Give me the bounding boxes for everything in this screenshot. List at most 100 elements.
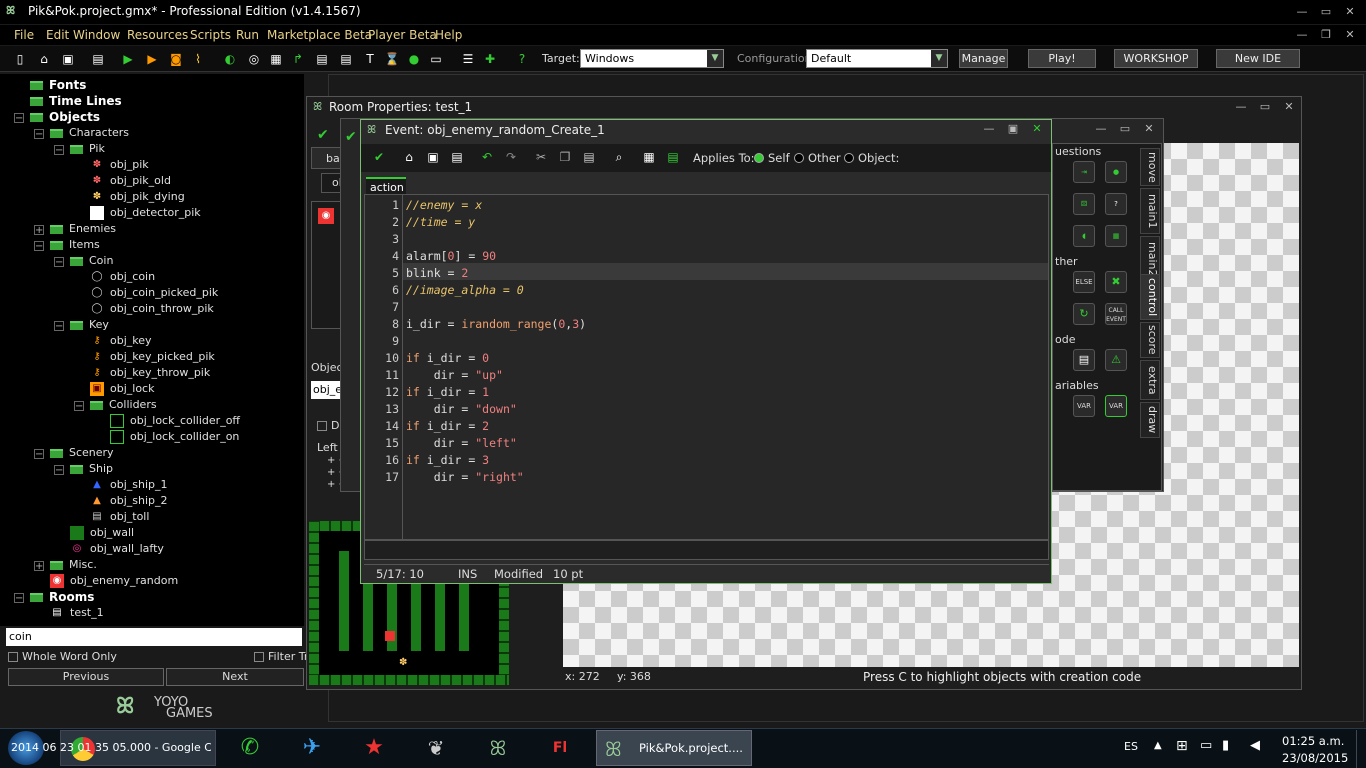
mdi-restore-icon[interactable]: ❐ <box>1316 28 1336 42</box>
maximize-icon[interactable]: ▭ <box>1255 100 1275 114</box>
help-icon[interactable]: ? <box>514 51 530 67</box>
network-icon[interactable]: ▮ <box>1222 738 1229 753</box>
path-icon[interactable]: ↱ <box>290 51 306 67</box>
code-line[interactable]: dir = "left" <box>406 435 517 452</box>
new-ide-button[interactable]: New IDE <box>1216 49 1300 68</box>
sound-icon[interactable]: ◎ <box>246 51 262 67</box>
draw-variable-icon[interactable]: VAR <box>1105 395 1127 417</box>
else-icon[interactable]: ELSE <box>1073 271 1095 293</box>
tree-key[interactable]: Key <box>70 317 109 333</box>
debug-run-icon[interactable]: ▶ <box>144 51 160 67</box>
tree-obj-ship-1[interactable]: ▲ obj_ship_1 <box>90 477 167 493</box>
close-icon[interactable]: ✕ <box>1027 122 1047 136</box>
code-line[interactable]: alarm[0] = 90 <box>406 248 496 265</box>
tree-obj-detector-pik[interactable]: obj_detector_pik <box>90 205 201 221</box>
confirm-check-icon[interactable]: ✔ <box>317 127 329 143</box>
tree-fonts[interactable]: Fonts <box>30 77 86 93</box>
code-line[interactable]: if i_dir = 0 <box>406 350 489 367</box>
code-line[interactable]: //time = y <box>406 214 475 231</box>
menu-edit[interactable]: Edit <box>46 28 69 42</box>
maximize-icon[interactable]: ▣ <box>1003 122 1023 136</box>
minimize-icon[interactable]: — <box>1091 122 1111 136</box>
run-icon[interactable]: ▶ <box>120 51 136 67</box>
power-icon[interactable]: ▭ <box>1200 738 1212 753</box>
language-indicator[interactable]: ES <box>1124 740 1138 753</box>
other-radio[interactable] <box>794 153 804 163</box>
tree-misc[interactable]: Misc. <box>50 557 97 573</box>
new-file-icon[interactable]: ▯ <box>12 51 28 67</box>
tree-obj-lock-collider-on[interactable]: obj_lock_collider_on <box>110 429 239 445</box>
self-radio[interactable] <box>754 153 764 163</box>
tree-obj-pik-old[interactable]: ✽ obj_pik_old <box>90 173 171 189</box>
save-icon[interactable]: ▣ <box>425 149 441 165</box>
check-mouse-icon[interactable]: ◖ <box>1073 225 1095 247</box>
background-icon[interactable]: ▦ <box>268 51 284 67</box>
taskbar-chrome[interactable]: 2014 06 23 01 35 05.000 - Google C... <box>11 730 216 766</box>
check-question-icon[interactable]: ? <box>1105 193 1127 215</box>
tree-scenery[interactable]: Scenery <box>50 445 114 461</box>
close-icon[interactable]: ✕ <box>1340 5 1360 19</box>
ok-check-icon[interactable]: ✔ <box>371 149 387 165</box>
call-event-icon[interactable]: CALL EVENT <box>1105 303 1127 325</box>
code-line[interactable]: //image_alpha = 0 <box>406 282 524 299</box>
execute-script-icon[interactable]: ▤ <box>1073 349 1095 371</box>
code-line[interactable]: dir = "down" <box>406 401 517 418</box>
previous-button[interactable]: Previous <box>8 668 164 686</box>
tree-colliders[interactable]: Colliders <box>90 397 157 413</box>
tree-obj-pik[interactable]: ✽ obj_pik <box>90 157 149 173</box>
show-desktop-button[interactable] <box>1356 730 1366 768</box>
filter-tree-checkbox[interactable] <box>254 652 264 662</box>
tab-extra[interactable]: extra <box>1140 360 1160 400</box>
minimize-icon[interactable]: — <box>979 122 999 136</box>
clock-date[interactable]: 23/08/2015 <box>1282 751 1348 765</box>
minimize-icon[interactable]: — <box>1292 5 1312 19</box>
delete-underlying-checkbox[interactable] <box>317 421 327 431</box>
code-line[interactable]: //enemy = x <box>406 197 482 214</box>
bird-app-icon[interactable]: ❦ <box>414 732 458 764</box>
tree-obj-enemy-random[interactable]: ◉ obj_enemy_random <box>50 573 178 589</box>
set-variable-icon[interactable]: VAR <box>1073 395 1095 417</box>
code-line[interactable]: if i_dir = 1 <box>406 384 489 401</box>
tab-draw[interactable]: draw <box>1140 402 1160 438</box>
tree-enemies[interactable]: Enemies <box>50 221 116 237</box>
bookmark-app-icon[interactable]: ★ <box>352 732 396 764</box>
undo-icon[interactable]: ↶ <box>479 149 495 165</box>
flash-icon[interactable]: Fl <box>538 732 582 764</box>
mdi-minimize-icon[interactable]: — <box>1292 28 1312 42</box>
target-select[interactable]: Windows ▼ <box>580 49 724 68</box>
tree-obj-coin-picked-pik[interactable]: ◯ obj_coin_picked_pik <box>90 285 218 301</box>
taskbar-gamemaker[interactable]: ꕤ Pik&Pok.project.... <box>596 730 752 766</box>
code-line[interactable]: dir = "right" <box>406 469 524 486</box>
tree-obj-key-throw-pik[interactable]: ⚷ obj_key_throw_pik <box>90 365 210 381</box>
menu-help[interactable]: Help <box>435 28 462 42</box>
ok-check-icon[interactable]: ✔ <box>345 129 357 145</box>
tree-pik[interactable]: Pik <box>70 141 105 157</box>
tree-obj-toll[interactable]: ▤ obj_toll <box>90 509 149 525</box>
tree-coin[interactable]: Coin <box>70 253 113 269</box>
repeat-icon[interactable]: ↻ <box>1073 303 1095 325</box>
tree-items[interactable]: Items <box>50 237 100 253</box>
timeline-icon[interactable]: ⌛ <box>384 51 400 67</box>
close-icon[interactable]: ✕ <box>1279 100 1299 114</box>
check-instance-icon[interactable]: ● <box>1105 161 1127 183</box>
menu-scripts[interactable]: Scripts <box>190 28 231 42</box>
cut-icon[interactable]: ✂ <box>533 149 549 165</box>
tab-score[interactable]: score <box>1140 322 1160 358</box>
tab-move[interactable]: move <box>1140 148 1160 186</box>
tree-characters[interactable]: Characters <box>50 125 129 141</box>
comment-icon[interactable]: ⚠ <box>1105 349 1127 371</box>
whole-word-checkbox[interactable] <box>8 652 18 662</box>
paste-icon[interactable]: ▤ <box>581 149 597 165</box>
windows-flag-icon[interactable]: ⊞ <box>1176 738 1188 754</box>
whatsapp-icon[interactable]: ✆ <box>228 732 272 764</box>
tab-action[interactable]: action <box>366 177 406 194</box>
code-line[interactable]: dir = "up" <box>406 367 503 384</box>
tree-ship[interactable]: Ship <box>70 461 113 477</box>
tree-room-test-1[interactable]: ▤ test_1 <box>50 605 103 621</box>
search-input[interactable]: coin <box>6 628 302 646</box>
menu-marketplace[interactable]: Marketplace Beta <box>267 28 372 42</box>
minimize-icon[interactable]: — <box>1231 100 1251 114</box>
print-icon[interactable]: ▤ <box>449 149 465 165</box>
code-editor[interactable]: 1 //enemy = x 2 //time = y 3 4 alarm[0] = 90 5 b… <box>364 194 1049 540</box>
tree-obj-wall-lafty[interactable]: ◎ obj_wall_lafty <box>70 541 164 557</box>
